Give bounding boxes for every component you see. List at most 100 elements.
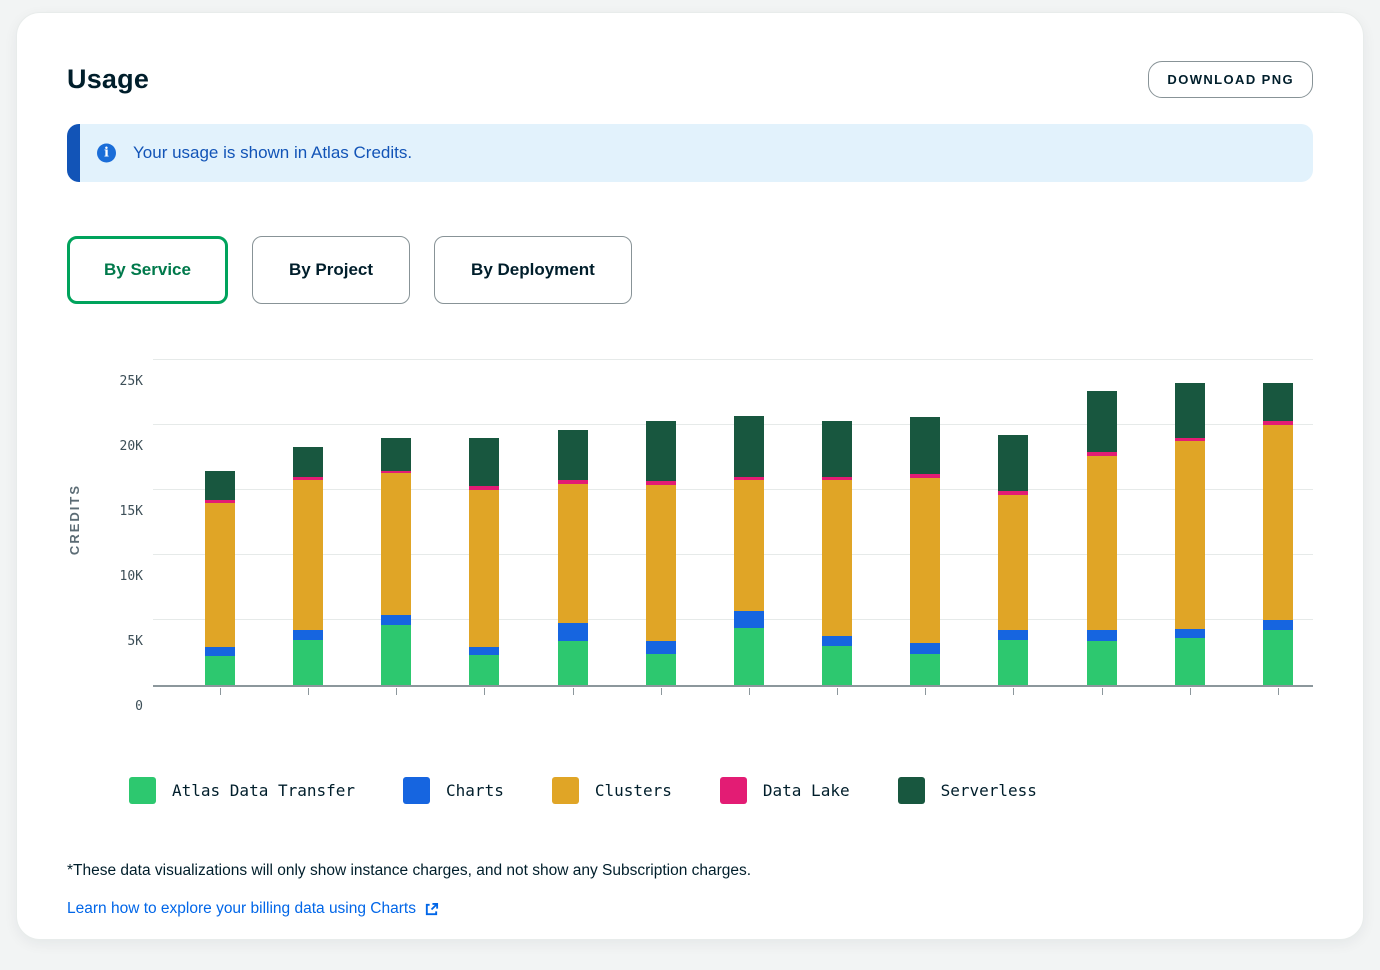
bar-segment <box>734 611 764 628</box>
bar-segment <box>1175 383 1205 438</box>
stacked-bar[interactable] <box>293 447 323 685</box>
bar-segment <box>558 623 588 641</box>
bar-segment <box>381 625 411 685</box>
legend-item[interactable]: Clusters <box>552 777 672 804</box>
external-link-icon <box>424 902 439 917</box>
usage-chart: CREDITS 05K10K15K20K25K <box>67 362 1313 707</box>
bar-segment <box>1263 425 1293 620</box>
footnote: *These data visualizations will only sho… <box>67 862 1313 880</box>
bar-segment <box>646 641 676 654</box>
bar-segment <box>205 471 235 501</box>
stacked-bar[interactable] <box>1175 383 1205 685</box>
legend-item[interactable]: Data Lake <box>720 777 850 804</box>
bar-segment <box>381 615 411 625</box>
bar-segment <box>646 421 676 481</box>
bar-segment <box>205 656 235 685</box>
y-axis-ticks: 05K10K15K20K25K <box>97 362 153 707</box>
bar-segment <box>469 438 499 486</box>
bar-segment <box>469 655 499 685</box>
chart-plot <box>153 362 1313 687</box>
bar-segment <box>1263 630 1293 685</box>
stacked-bar[interactable] <box>469 438 499 685</box>
y-tick-label: 10K <box>120 568 143 586</box>
bar-segment <box>293 480 323 631</box>
legend-item[interactable]: Serverless <box>898 777 1037 804</box>
y-tick-label: 25K <box>120 373 143 391</box>
header-row: Usage DOWNLOAD PNG <box>67 61 1313 98</box>
bar-segment <box>910 417 940 474</box>
bar-segment <box>1263 620 1293 630</box>
x-axis-tick <box>1278 688 1279 695</box>
legend-label: Data Lake <box>763 781 850 800</box>
x-axis-tick <box>308 688 309 695</box>
stacked-bar[interactable] <box>646 421 676 685</box>
bar-segment <box>558 641 588 685</box>
y-tick-label: 5K <box>127 633 143 651</box>
legend-label: Atlas Data Transfer <box>172 781 355 800</box>
bar-segment <box>293 640 323 686</box>
bar-segment <box>998 435 1028 491</box>
stacked-bar[interactable] <box>558 430 588 685</box>
y-tick-label: 0 <box>135 698 143 716</box>
y-tick-label: 20K <box>120 438 143 456</box>
bar-segment <box>822 421 852 477</box>
x-axis-tick <box>749 688 750 695</box>
legend-label: Serverless <box>941 781 1037 800</box>
bar-segment <box>558 430 588 479</box>
bar-segment <box>1087 456 1117 630</box>
banner-accent-bar <box>67 124 80 182</box>
bar-segment <box>469 647 499 655</box>
bar-segment <box>558 484 588 623</box>
bar-segment <box>205 503 235 647</box>
x-axis-tick <box>661 688 662 695</box>
x-axis-tick <box>396 688 397 695</box>
chart-legend: Atlas Data Transfer Charts Clusters Data La… <box>129 777 1313 804</box>
gridline <box>153 359 1313 360</box>
stacked-bar[interactable] <box>1263 383 1293 685</box>
bar-segment <box>998 495 1028 630</box>
bar-segment <box>910 643 940 653</box>
bar-segment <box>1087 641 1117 685</box>
bar-segment <box>998 630 1028 639</box>
info-icon: i <box>97 144 116 163</box>
stacked-bar[interactable] <box>205 471 235 685</box>
bar-segment <box>734 628 764 685</box>
legend-swatch <box>552 777 579 804</box>
billing-charts-link-label: Learn how to explore your billing data u… <box>67 900 416 918</box>
tab-by-project[interactable]: By Project <box>252 236 410 304</box>
tab-by-service[interactable]: By Service <box>67 236 228 304</box>
stacked-bar[interactable] <box>822 421 852 685</box>
usage-card: Usage DOWNLOAD PNG i Your usage is shown… <box>16 12 1364 940</box>
x-axis-tick <box>1102 688 1103 695</box>
bar-segment <box>822 480 852 636</box>
stacked-bar[interactable] <box>998 435 1028 685</box>
legend-swatch <box>403 777 430 804</box>
x-axis-tick <box>1190 688 1191 695</box>
billing-charts-link[interactable]: Learn how to explore your billing data u… <box>67 900 439 918</box>
stacked-bar[interactable] <box>734 416 764 685</box>
legend-item[interactable]: Atlas Data Transfer <box>129 777 355 804</box>
legend-item[interactable]: Charts <box>403 777 504 804</box>
tab-by-deployment[interactable]: By Deployment <box>434 236 632 304</box>
bar-segment <box>381 438 411 471</box>
info-banner: i Your usage is shown in Atlas Credits. <box>67 124 1313 182</box>
bar-segment <box>998 640 1028 686</box>
bar-segment <box>822 636 852 646</box>
x-axis-tick <box>1013 688 1014 695</box>
page-title: Usage <box>67 64 149 95</box>
x-axis-tick <box>925 688 926 695</box>
bar-segment <box>469 490 499 647</box>
bar-segment <box>910 478 940 643</box>
stacked-bar[interactable] <box>1087 391 1117 685</box>
bar-segment <box>646 654 676 685</box>
download-png-button[interactable]: DOWNLOAD PNG <box>1148 61 1313 98</box>
view-tabs: By Service By Project By Deployment <box>67 236 1313 304</box>
bar-segment <box>910 654 940 685</box>
legend-swatch <box>129 777 156 804</box>
legend-swatch <box>720 777 747 804</box>
stacked-bar[interactable] <box>381 438 411 685</box>
banner-text: Your usage is shown in Atlas Credits. <box>133 143 412 163</box>
bar-segment <box>1087 630 1117 640</box>
legend-label: Clusters <box>595 781 672 800</box>
stacked-bar[interactable] <box>910 417 940 685</box>
